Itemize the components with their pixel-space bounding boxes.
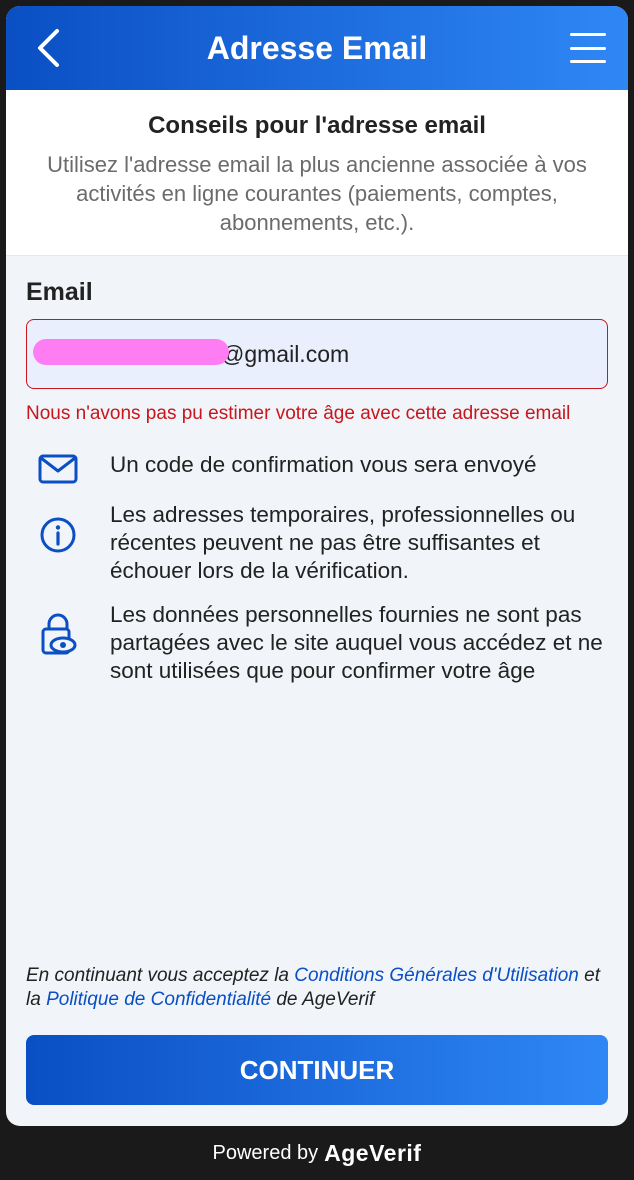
email-label: Email: [26, 278, 93, 306]
consent-text: En continuant vous acceptez la Condition…: [26, 965, 600, 1010]
error-message: Nous n'avons pas pu estimer votre âge av…: [26, 403, 571, 424]
info-text: Un code de confirmation vous sera envoyé: [110, 452, 537, 477]
chevron-left-icon: [38, 29, 59, 67]
back-button[interactable]: [26, 24, 70, 72]
tips-text: Utilisez l'adresse email la plus ancienn…: [47, 152, 587, 235]
tips-section: Conseils pour l'adresse email Utilisez l…: [6, 90, 628, 256]
page-title: Adresse Email: [206, 29, 428, 66]
terms-link[interactable]: Conditions Générales d'Utilisation: [294, 965, 579, 986]
hamburger-menu-icon: [570, 33, 606, 36]
footer: Powered by AgeVerif: [0, 1126, 634, 1180]
redaction-mark: [33, 339, 229, 365]
menu-button[interactable]: [566, 28, 610, 68]
tips-title: Conseils pour l'adresse email: [148, 112, 486, 139]
info-item: Les données personnelles fournies ne son…: [26, 601, 608, 685]
envelope-icon: [38, 454, 78, 484]
info-icon: [40, 517, 76, 553]
info-item: Les adresses temporaires, professionnell…: [26, 501, 608, 585]
lock-eye-icon: [41, 613, 77, 655]
email-field-container: [26, 319, 608, 389]
continue-button[interactable]: CONTINUER: [26, 1035, 608, 1105]
info-item: Un code de confirmation vous sera envoyé: [26, 451, 608, 485]
email-form: Email Nous n'avons pas pu estimer votre …: [6, 256, 628, 685]
app-frame: Adresse Email Conseils pour l'adresse em…: [6, 6, 628, 1126]
info-list: Un code de confirmation vous sera envoyé…: [26, 451, 608, 685]
header: Adresse Email: [6, 6, 628, 90]
info-text: Les adresses temporaires, professionnell…: [110, 502, 576, 583]
privacy-link[interactable]: Politique de Confidentialité: [46, 989, 271, 1010]
info-text: Les données personnelles fournies ne son…: [110, 602, 603, 683]
brand-logo: AgeVerif: [324, 1139, 422, 1166]
powered-by-text: Powered by: [212, 1141, 319, 1164]
